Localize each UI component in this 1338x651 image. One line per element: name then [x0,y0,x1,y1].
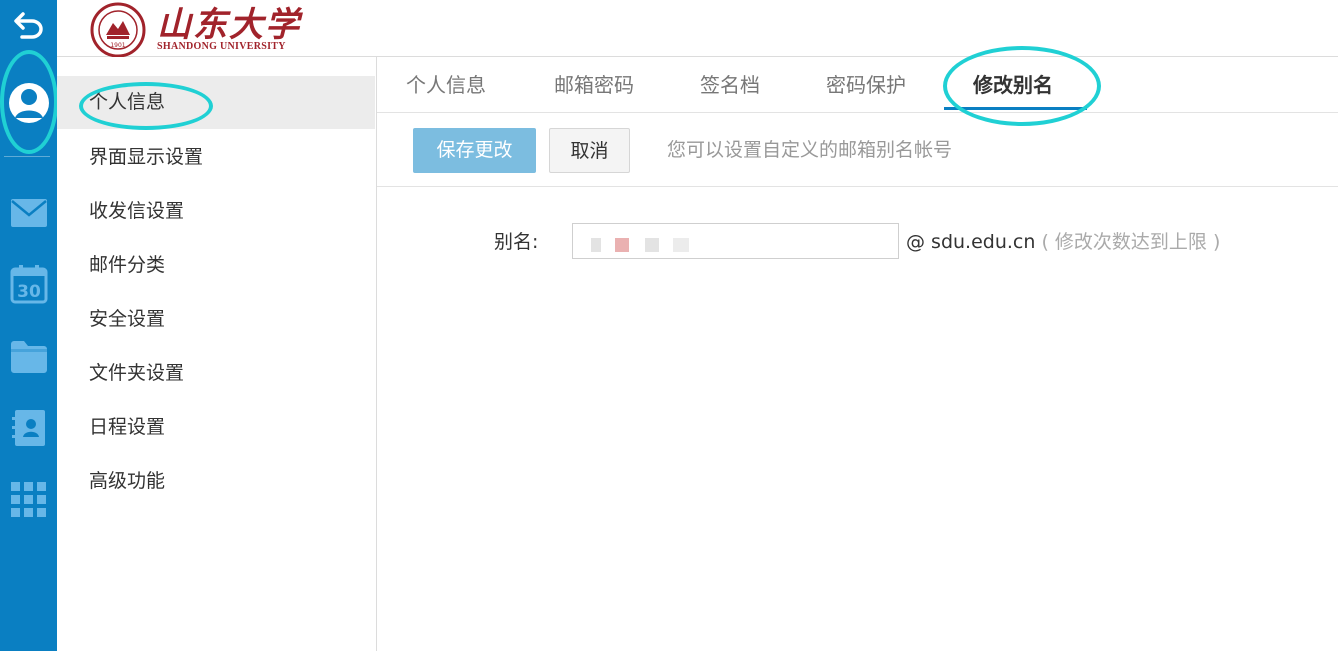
logo-chinese-name: 山东大学 [157,5,301,45]
settings-sidebar: 个人信息 界面显示设置 收发信设置 邮件分类 安全设置 文件夹设置 日程设置 高… [57,57,377,651]
seal-year: 1901 [110,42,125,49]
sidebar-item-label: 邮件分类 [89,254,166,276]
sidebar-item-display-settings[interactable]: 界面显示设置 [57,131,375,184]
alias-hint-text: 您可以设置自定义的邮箱别名帐号 [667,139,953,161]
action-toolbar: 保存更改 取消 您可以设置自定义的邮箱别名帐号 [377,113,1338,187]
folder-icon[interactable] [0,338,57,376]
mail-icon[interactable] [0,196,57,230]
domain-suffix: @ sdu.edu.cn [906,231,1036,253]
sidebar-item-send-receive-settings[interactable]: 收发信设置 [57,185,375,238]
calendar-icon[interactable]: 30 [0,264,57,304]
contacts-icon[interactable] [0,408,57,448]
sidebar-item-label: 文件夹设置 [89,362,185,384]
redacted-text [645,238,659,252]
university-seal-icon: 1901 [90,2,146,57]
sidebar-item-security-settings[interactable]: 安全设置 [57,293,375,346]
apps-grid-icon[interactable] [0,480,57,520]
sidebar-item-folder-settings[interactable]: 文件夹设置 [57,347,375,400]
save-button[interactable]: 保存更改 [413,128,536,173]
tab-personal-info[interactable]: 个人信息 [406,57,486,113]
cancel-button[interactable]: 取消 [549,128,630,173]
redacted-text [615,238,629,252]
sidebar-item-mail-categories[interactable]: 邮件分类 [57,239,375,292]
calendar-day-number: 30 [17,282,41,302]
highlight-ring-avatar [0,50,58,154]
university-logo[interactable]: 1901 山东大学 SHANDONG UNIVERSITY [85,0,301,57]
alias-label: 别名: [494,231,539,253]
change-limit-note: ( 修改次数达到上限 ) [1041,231,1221,253]
sidebar-item-advanced-features[interactable]: 高级功能 [57,455,375,508]
sidebar-item-label: 界面显示设置 [89,146,204,168]
redacted-text [673,238,689,252]
redacted-text [591,238,601,252]
sidebar-item-schedule-settings[interactable]: 日程设置 [57,401,375,454]
tab-mailbox-password[interactable]: 邮箱密码 [554,57,634,113]
sidebar-item-label: 高级功能 [89,470,166,492]
tab-password-protection[interactable]: 密码保护 [826,57,906,113]
app-rail: 30 [0,0,58,651]
alias-input[interactable] [572,223,899,259]
back-icon[interactable] [0,8,57,42]
tab-signature[interactable]: 签名档 [700,57,760,113]
alias-domain: @ sdu.edu.cn ( 修改次数达到上限 ) [906,225,1220,259]
settings-tabs: 个人信息 邮箱密码 签名档 密码保护 修改别名 [377,46,1338,126]
highlight-ring-personal-info [79,82,213,130]
sidebar-item-label: 安全设置 [89,308,166,330]
sidebar-item-label: 日程设置 [89,416,166,438]
logo-english-name: SHANDONG UNIVERSITY [157,41,286,52]
rail-divider [4,156,50,157]
top-header: 1901 山东大学 SHANDONG UNIVERSITY [57,0,1338,57]
sidebar-item-label: 收发信设置 [89,200,185,222]
